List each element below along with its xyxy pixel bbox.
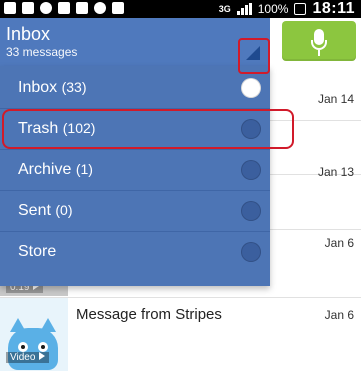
dropdown-item-label: Store <box>18 243 57 260</box>
notification-icon-2 <box>22 2 34 14</box>
message-date: Jan 6 <box>324 236 354 250</box>
notification-icon-6 <box>94 2 106 14</box>
dropdown-item-count: (1) <box>75 161 93 177</box>
video-label: Video <box>10 352 36 363</box>
message-row[interactable]: Message from Stripes Jan 6 <box>0 298 361 371</box>
dropdown-item-inbox[interactable]: Inbox (33) <box>0 68 270 109</box>
voice-record-button[interactable] <box>282 21 356 61</box>
mailbox-selector[interactable]: Inbox 33 messages <box>0 18 270 66</box>
annotation-box-dropdown <box>238 38 270 74</box>
message-date: Jan 6 <box>324 308 354 322</box>
network-type: 3G <box>218 4 231 14</box>
radio-icon[interactable] <box>241 242 261 262</box>
status-bar: 3G 100% 18:11 <box>0 0 361 18</box>
dropdown-item-count: (0) <box>55 202 73 218</box>
radio-icon[interactable] <box>241 160 261 180</box>
message-date: Jan 13 <box>317 165 354 179</box>
dropdown-item-label: Inbox <box>18 79 58 96</box>
battery-percent: 100% <box>257 2 289 16</box>
mailbox-title: Inbox <box>6 24 51 44</box>
radio-icon[interactable] <box>241 201 261 221</box>
mailbox-dropdown: Inbox (33) Trash (102) Archive (1) Sent … <box>0 66 270 286</box>
dropdown-item-label: Sent <box>18 202 51 219</box>
message-title: Message from Stripes <box>76 306 222 323</box>
radio-selected-icon[interactable] <box>241 78 261 98</box>
notification-icons <box>4 2 124 14</box>
notification-icon-5 <box>76 2 88 14</box>
battery-icon <box>294 3 307 15</box>
app-header: Inbox 33 messages <box>0 18 361 66</box>
notification-icon-3 <box>40 2 52 14</box>
notification-icon-4 <box>58 2 70 14</box>
clock: 18:11 <box>312 0 355 17</box>
annotation-box-trash <box>2 109 294 149</box>
notification-icon-1 <box>4 2 16 14</box>
signal-icon <box>236 3 252 15</box>
dropdown-item-count: (33) <box>61 79 87 95</box>
dropdown-item-label: Archive <box>18 161 72 178</box>
dropdown-item-store[interactable]: Store <box>0 232 270 273</box>
dropdown-item-archive[interactable]: Archive (1) <box>0 150 270 191</box>
message-count: 33 messages <box>6 45 78 59</box>
message-date: Jan 14 <box>317 92 354 106</box>
cat-avatar-icon <box>8 318 58 370</box>
play-icon <box>39 352 46 360</box>
notification-icon-7 <box>112 2 124 14</box>
dropdown-item-sent[interactable]: Sent (0) <box>0 191 270 232</box>
